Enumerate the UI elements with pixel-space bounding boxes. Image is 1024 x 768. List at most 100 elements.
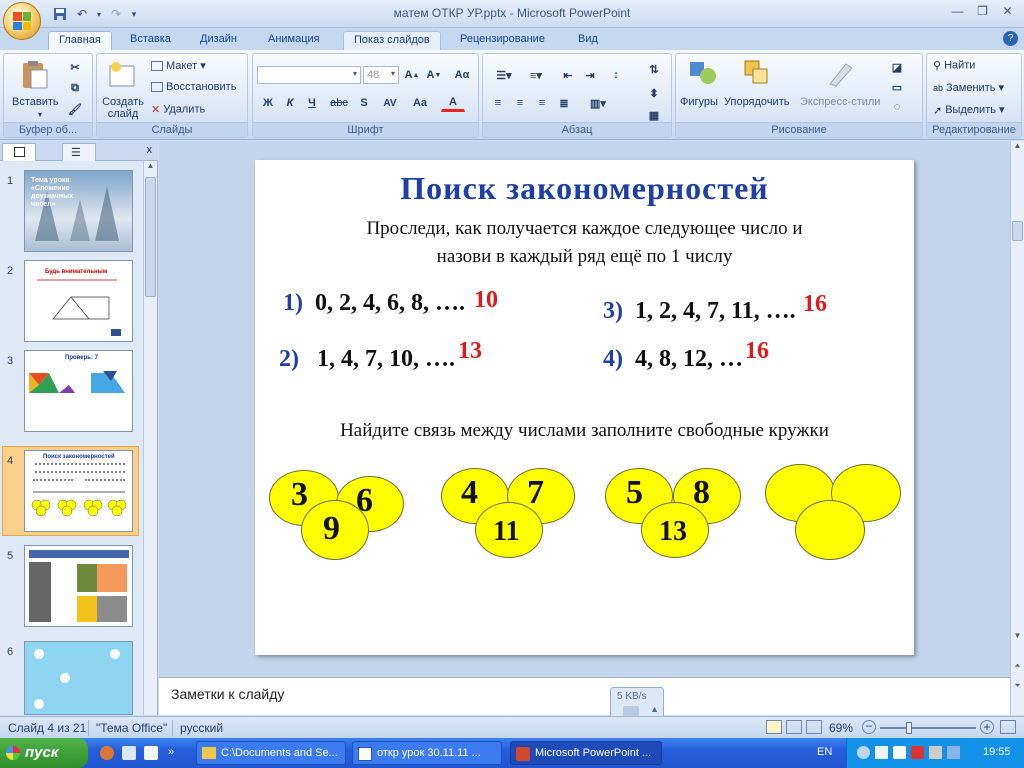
new-slide-button[interactable]: Создать слайд	[101, 96, 145, 120]
notes-pane[interactable]: Заметки к слайду	[159, 677, 1010, 715]
slide-thumbnail-1[interactable]: Тема урока: «Сложение двузначных чисел»	[24, 170, 133, 252]
tray-icon[interactable]	[893, 746, 906, 759]
app-quicklaunch-icon[interactable]	[122, 746, 136, 760]
tray-icon[interactable]	[875, 746, 888, 759]
align-left-icon[interactable]: ≡	[489, 94, 507, 112]
scroll-up-icon[interactable]: ▲	[145, 161, 156, 175]
arrange-icon[interactable]	[742, 58, 772, 88]
bullets-icon[interactable]: ☰▾	[489, 66, 519, 84]
previous-slide-icon[interactable]: ⏶	[1012, 661, 1023, 675]
empty-circle[interactable]	[795, 500, 865, 560]
shadow-button[interactable]: S	[355, 94, 373, 112]
close-pane-icon[interactable]: x	[147, 144, 153, 156]
shrink-font-icon[interactable]: A ▼	[425, 66, 443, 84]
zoom-level[interactable]: 69%	[829, 721, 853, 735]
app-quicklaunch-icon[interactable]	[144, 746, 158, 760]
zoom-out-icon[interactable]: −	[862, 720, 876, 734]
slide-thumbnail-4[interactable]: Поиск закономерностей	[24, 450, 133, 532]
columns-icon[interactable]: ▥▾	[583, 94, 613, 112]
align-center-icon[interactable]: ≡	[511, 94, 529, 112]
widget-up-icon[interactable]: ▲	[650, 704, 659, 714]
line-spacing-icon[interactable]: ↕	[607, 66, 625, 84]
slide-thumbnail-6[interactable]	[24, 641, 133, 715]
grow-font-icon[interactable]: A ▲	[403, 66, 421, 84]
normal-view-icon[interactable]	[766, 720, 782, 734]
clear-format-icon[interactable]: Aα	[453, 66, 471, 84]
tray-icon[interactable]	[947, 746, 960, 759]
paste-button[interactable]: Вставить	[12, 96, 59, 108]
tray-icon[interactable]	[911, 746, 924, 759]
slide-title[interactable]: Поиск закономерностей	[255, 170, 914, 207]
shapes-button[interactable]: Фигуры	[680, 96, 718, 108]
bold-button[interactable]: Ж	[259, 94, 277, 112]
more-quicklaunch-icon[interactable]: »	[168, 746, 182, 760]
minimize-icon[interactable]: —	[945, 2, 970, 20]
language-indicator[interactable]: EN	[817, 746, 832, 758]
slide-thumbnail-5[interactable]	[24, 545, 133, 627]
taskbar-item-explorer[interactable]: C:\Documents and Se...	[196, 741, 346, 765]
new-slide-icon[interactable]	[107, 60, 137, 90]
tab-home[interactable]: Главная	[48, 31, 112, 50]
tab-design[interactable]: Дизайн	[190, 31, 247, 50]
fit-slide-icon[interactable]	[1000, 720, 1016, 734]
language-indicator[interactable]: русский	[180, 721, 223, 735]
paste-dropdown-icon[interactable]: ▾	[38, 110, 42, 119]
shape-effects-icon[interactable]: ◌	[888, 98, 906, 116]
find-button[interactable]: ⚲ Найти	[933, 59, 975, 72]
shapes-icon[interactable]	[688, 58, 718, 88]
volume-icon[interactable]	[929, 746, 942, 759]
paste-icon[interactable]	[20, 60, 50, 90]
arrange-button[interactable]: Упорядочить	[724, 96, 789, 108]
zoom-slider-thumb[interactable]	[906, 722, 912, 734]
tab-animation[interactable]: Анимация	[258, 31, 330, 50]
next-slide-icon[interactable]: ⏷	[1012, 681, 1023, 695]
office-button[interactable]	[3, 2, 41, 40]
slides-tab[interactable]	[2, 143, 36, 161]
tab-view[interactable]: Вид	[568, 31, 608, 50]
spacing-button[interactable]: AV	[377, 94, 403, 112]
editor-scrollbar[interactable]: ▲ ▼ ⏶ ⏷	[1010, 141, 1024, 715]
text-direction-icon[interactable]: ⇅	[645, 60, 663, 78]
align-text-icon[interactable]: ⬍	[645, 84, 663, 102]
slideshow-icon[interactable]	[806, 720, 822, 734]
delete-slide-button[interactable]: ✕ Удалить	[151, 103, 205, 116]
browser-quicklaunch-icon[interactable]	[100, 746, 114, 760]
font-size-input[interactable]: 48 ▾	[363, 66, 399, 84]
tab-slideshow[interactable]: Показ слайдов	[343, 31, 441, 50]
reset-button[interactable]: Восстановить	[151, 81, 236, 93]
tab-insert[interactable]: Вставка	[120, 31, 181, 50]
scroll-up-icon[interactable]: ▲	[1012, 141, 1023, 155]
slide-thumbnail-2[interactable]: Будь внимательным	[24, 260, 133, 342]
scroll-thumb[interactable]	[145, 177, 156, 297]
taskbar-item-powerpoint[interactable]: Microsoft PowerPoint ...	[510, 741, 662, 765]
outline-tab[interactable]: ☰	[62, 143, 96, 161]
italic-button[interactable]: К	[281, 94, 299, 112]
shape-outline-icon[interactable]: ▭	[888, 78, 906, 96]
zoom-slider[interactable]	[880, 727, 976, 729]
slides-pane-scrollbar[interactable]: ▲	[143, 161, 157, 715]
slide-sorter-icon[interactable]	[786, 720, 802, 734]
decrease-indent-icon[interactable]: ⇤	[559, 66, 577, 84]
tab-review[interactable]: Рецензирование	[450, 31, 555, 50]
numbering-icon[interactable]: ≡▾	[521, 66, 551, 84]
justify-icon[interactable]: ≣	[555, 94, 573, 112]
increase-indent-icon[interactable]: ⇥	[581, 66, 599, 84]
restore-icon[interactable]: ❐	[970, 2, 995, 20]
quick-styles-icon[interactable]	[826, 58, 856, 88]
taskbar-item-document[interactable]: откр урок 30.11.11 ...	[352, 741, 502, 765]
shape-fill-icon[interactable]: ◪	[888, 58, 906, 76]
strike-button[interactable]: abc	[327, 94, 351, 112]
slide-canvas[interactable]: Поиск закономерностей Проследи, как полу…	[255, 160, 914, 655]
scroll-thumb[interactable]	[1012, 221, 1023, 241]
tray-icon[interactable]	[857, 746, 870, 759]
underline-button[interactable]: Ч	[303, 94, 321, 112]
scroll-down-icon[interactable]: ▼	[1012, 631, 1023, 645]
layout-button[interactable]: Макет ▾	[151, 59, 206, 72]
slide-thumbnail-3[interactable]: Проверь: 7	[24, 350, 133, 432]
format-painter-icon[interactable]: 🖌	[66, 100, 84, 118]
font-name-input[interactable]: ▾	[257, 66, 361, 84]
align-right-icon[interactable]: ≡	[533, 94, 551, 112]
close-icon[interactable]: ✕	[995, 2, 1020, 20]
start-button[interactable]: пуск	[0, 738, 88, 768]
select-button[interactable]: ➚ Выделить ▾	[933, 103, 1005, 117]
